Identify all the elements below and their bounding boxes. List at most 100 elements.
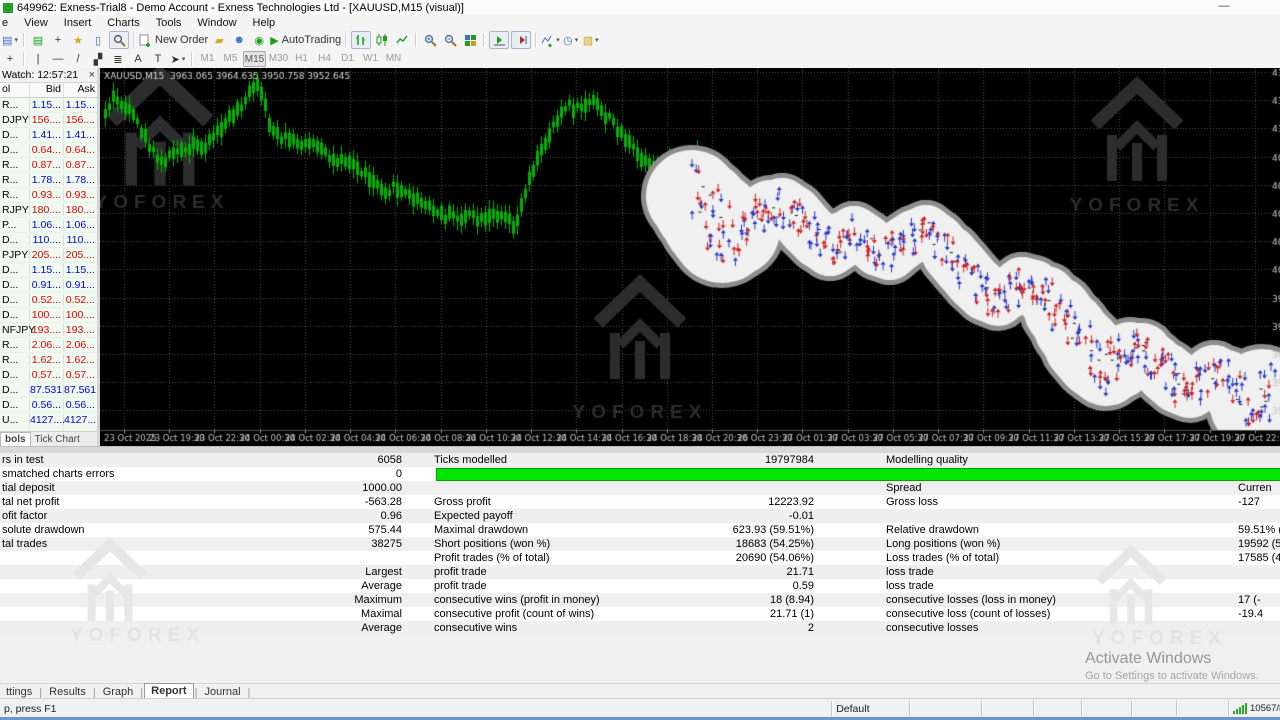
connection-speed: 10567/8 kb	[1250, 703, 1280, 714]
timeframe-button-m1[interactable]: M1	[197, 51, 218, 65]
market-watch-row[interactable]: D...0.56...0.56...	[0, 398, 97, 413]
horizontal-line-button[interactable]: —	[49, 51, 67, 67]
market-watch-row[interactable]: D...110....110....	[0, 233, 97, 248]
bar-chart-type-button[interactable]	[351, 31, 371, 49]
fibonacci-button[interactable]: ≣	[109, 51, 127, 67]
channel-button[interactable]: ▞	[89, 51, 107, 67]
market-watch-row[interactable]: PJPY205....205....	[0, 248, 97, 263]
line-chart-type-button[interactable]	[393, 32, 411, 48]
trendline-button[interactable]: /	[69, 51, 87, 67]
history-center-button[interactable]: ▰	[210, 32, 228, 48]
market-watch-row[interactable]: D...87.53187.561	[0, 383, 97, 398]
panel-icon: ▯	[95, 34, 101, 47]
symbol-cell: R...	[0, 159, 30, 171]
market-watch-row[interactable]: D...0.91...0.91...	[0, 278, 97, 293]
market-watch-row[interactable]: U...4127....4127....	[0, 413, 97, 428]
report-row: solute drawdown575.44Maximal drawdown623…	[0, 523, 1280, 537]
bid-column-header[interactable]: Bid	[30, 83, 64, 97]
chart-window-button[interactable]: ▤▾	[1, 32, 19, 48]
menu-item-charts[interactable]: Charts	[99, 17, 147, 29]
menu-item-tools[interactable]: Tools	[148, 17, 190, 29]
menu-item-help[interactable]: Help	[245, 17, 284, 29]
tile-windows-button[interactable]	[461, 32, 479, 48]
periods-button[interactable]: ◷▾	[562, 32, 580, 48]
price-chart-canvas[interactable]	[100, 68, 1280, 446]
templates-button[interactable]: ▨▾	[582, 32, 600, 48]
market-watch-row[interactable]: D...0.57...0.57...	[0, 368, 97, 383]
favorites-button[interactable]: ★	[69, 32, 87, 48]
market-watch-row[interactable]: NFJPY193....193....	[0, 323, 97, 338]
symbol-cell: U...	[0, 414, 30, 426]
tab-graph[interactable]: Graph	[97, 685, 140, 699]
market-watch-row[interactable]: R...2.06...2.06...	[0, 338, 97, 353]
candlestick-type-button[interactable]	[373, 32, 391, 48]
tab-journal[interactable]: Journal	[198, 685, 246, 699]
new-order-button[interactable]: New Order	[139, 32, 208, 48]
auto-scroll-button[interactable]	[489, 31, 509, 49]
market-watch-tab-bols[interactable]: bols	[0, 432, 31, 446]
market-watch-row[interactable]: D...100....100....	[0, 308, 97, 323]
market-watch-row[interactable]: D...0.52...0.52...	[0, 293, 97, 308]
timeframe-button-d1[interactable]: D1	[337, 51, 358, 65]
menu-item-e[interactable]: e	[0, 17, 16, 29]
market-watch-row[interactable]: D...1.15...1.15...	[0, 263, 97, 278]
menu-item-view[interactable]: View	[16, 17, 56, 29]
timeframe-button-m5[interactable]: M5	[220, 51, 241, 65]
report-label: loss trade	[886, 565, 1216, 579]
strategy-tester-button[interactable]	[109, 31, 129, 49]
tab-report[interactable]: Report	[144, 683, 193, 699]
community-button[interactable]: ◉	[250, 32, 268, 48]
zoom-in-button[interactable]	[421, 32, 439, 48]
market-watch-row[interactable]: R...1.62...1.62...	[0, 353, 97, 368]
autotrading-button[interactable]: ▶ AutoTrading	[270, 32, 341, 48]
expert-advisors-button[interactable]: ☻	[230, 32, 248, 48]
timeframe-button-h1[interactable]: H1	[291, 51, 312, 65]
market-watch-row[interactable]: R...1.78...1.78...	[0, 173, 97, 188]
chart-shift-button[interactable]	[511, 31, 531, 49]
tester-magnifier-icon	[113, 34, 126, 47]
zoom-out-button[interactable]	[441, 32, 459, 48]
market-watch-row[interactable]: D...0.64...0.64...	[0, 143, 97, 158]
text-icon: A	[134, 53, 141, 65]
bid-cell: 0.57...	[30, 369, 64, 381]
market-watch-row[interactable]: R...0.87...0.87...	[0, 158, 97, 173]
indicators-button[interactable]: ▾	[541, 32, 560, 48]
report-label: tal net profit	[2, 495, 252, 509]
tab-ttings[interactable]: ttings	[0, 685, 38, 699]
crosshair-tool-button[interactable]: +	[1, 51, 19, 67]
report-row: ofit factor0.96Expected payoff-0.01	[0, 509, 1280, 523]
ask-column-header[interactable]: Ask	[64, 83, 97, 97]
bid-cell: 1.78...	[30, 174, 64, 186]
timeframe-button-mn[interactable]: MN	[383, 51, 404, 65]
menu-item-insert[interactable]: Insert	[56, 17, 100, 29]
new-order-icon	[139, 34, 152, 47]
market-watch-row[interactable]: R...0.93...0.93...	[0, 188, 97, 203]
text-tool-button[interactable]: A	[129, 51, 147, 67]
timeframe-button-w1[interactable]: W1	[360, 51, 381, 65]
report-value: Average	[256, 579, 402, 593]
timeframe-button-h4[interactable]: H4	[314, 51, 335, 65]
label-tool-button[interactable]: T	[149, 51, 167, 67]
toolbar-separator	[23, 33, 25, 47]
arrows-tool-button[interactable]: ➤▾	[169, 51, 187, 67]
market-watch-row[interactable]: R...1.15...1.15...	[0, 98, 97, 113]
market-watch-row[interactable]: D...1.41...1.41...	[0, 128, 97, 143]
cursor-button[interactable]: +	[49, 32, 67, 48]
close-icon[interactable]: ×	[89, 69, 95, 81]
timeframe-button-m30[interactable]: M30	[268, 51, 289, 65]
profile-cell[interactable]: Default	[831, 701, 909, 716]
market-watch-row[interactable]: P...1.06...1.06...	[0, 218, 97, 233]
tab-results[interactable]: Results	[43, 685, 92, 699]
market-watch-row[interactable]: DJPY156....156....	[0, 113, 97, 128]
new-chart-button[interactable]: ▤	[29, 32, 47, 48]
vertical-line-button[interactable]: |	[29, 51, 47, 67]
market-watch-button[interactable]: ▯	[89, 32, 107, 48]
ask-cell: 0.93...	[64, 189, 97, 201]
market-watch-row[interactable]: RJPY180....180....	[0, 203, 97, 218]
minimize-button[interactable]: —	[1214, 0, 1234, 12]
timeframe-button-m15[interactable]: M15	[243, 51, 266, 67]
report-value: Curren	[1238, 481, 1280, 495]
menu-item-window[interactable]: Window	[189, 17, 244, 29]
symbol-column-header[interactable]: ol	[0, 83, 30, 97]
market-watch-tab-tick-chart[interactable]: Tick Chart	[31, 433, 84, 446]
